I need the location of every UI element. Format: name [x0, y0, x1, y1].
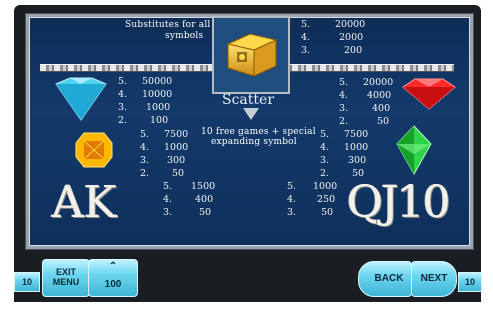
- bet-value: 100: [104, 279, 122, 290]
- qj10-value: 1000: [313, 181, 338, 192]
- green-gem-count: 5.: [320, 129, 330, 140]
- orange-gem-payouts: 5. 7500 4. 1000 3. 300 2. 50: [140, 128, 208, 180]
- scatter-pointer-icon: [243, 108, 259, 120]
- orange-gem-value: 1000: [164, 142, 189, 153]
- ak-count: 4.: [163, 194, 173, 205]
- red-gem-value: 4000: [367, 90, 392, 101]
- back-button[interactable]: BACK: [358, 261, 412, 297]
- green-gem-value: 1000: [344, 142, 369, 153]
- ak-value: 1500: [191, 181, 216, 192]
- qj10-count: 3.: [287, 207, 297, 218]
- blue-gem-value: 1000: [146, 102, 171, 113]
- green-gem-count: 2.: [320, 168, 330, 179]
- chevron-up-icon[interactable]: ⌃: [89, 262, 137, 272]
- qj10-symbol: QJ10: [347, 177, 451, 228]
- scatter-desc-2: expanding symbol: [211, 137, 297, 147]
- scatter-substitutes-text-1: Substitutes for all: [125, 20, 211, 30]
- ak-value: 400: [195, 194, 214, 205]
- orange-gem-count: 4.: [140, 142, 150, 153]
- green-emerald-icon: [396, 125, 432, 176]
- orange-gem-count: 3.: [140, 155, 150, 166]
- scatter-symbol-box: [212, 16, 290, 94]
- scatter-value-4: 2000: [339, 32, 364, 43]
- left-value-display: 10: [14, 272, 40, 292]
- scatter-title: Scatter: [222, 92, 275, 108]
- orange-gem-value: 300: [167, 155, 186, 166]
- back-label: BACK: [374, 273, 404, 284]
- green-gem-value: 7500: [344, 129, 369, 140]
- bet-stepper[interactable]: ⌃ 100: [88, 259, 138, 297]
- blue-gem-value: 10000: [142, 89, 173, 100]
- blue-gem-count: 4.: [118, 89, 128, 100]
- red-gem-value: 20000: [363, 77, 394, 88]
- blue-gem-payouts: 5. 50000 4. 10000 3. 1000 2. 100: [118, 75, 186, 127]
- right-value-display: 10: [458, 272, 482, 292]
- green-gem-payouts: 5. 7500 4. 1000 3. 300 2. 50: [320, 128, 388, 180]
- ak-count: 5.: [163, 181, 173, 192]
- orange-gem-value: 50: [172, 168, 185, 179]
- scatter-count-3: 3.: [301, 45, 311, 56]
- ak-value: 50: [199, 207, 212, 218]
- red-gem-count: 5.: [339, 77, 349, 88]
- ak-symbol: AK: [52, 177, 117, 228]
- blue-gem-count: 5.: [118, 76, 128, 87]
- ak-payouts: 5. 1500 4. 400 3. 50: [163, 180, 235, 219]
- scatter-count-4: 4.: [301, 32, 311, 43]
- green-gem-count: 4.: [320, 142, 330, 153]
- red-gem-count: 3.: [339, 103, 349, 114]
- exit-menu-label-2: MENU: [52, 277, 80, 287]
- orange-gem-value: 7500: [164, 129, 189, 140]
- orange-gem-count: 5.: [140, 129, 150, 140]
- blue-gem-value: 100: [150, 115, 169, 126]
- next-button[interactable]: NEXT: [411, 261, 457, 297]
- exit-menu-label-1: EXIT: [55, 267, 76, 277]
- scatter-desc-1: 10 free games + special: [201, 127, 316, 137]
- blue-diamond-icon: [55, 77, 107, 121]
- scatter-substitutes-text-2: symbols: [165, 31, 204, 41]
- treasure-chest-icon: [226, 33, 278, 77]
- green-gem-value: 300: [348, 155, 367, 166]
- ak-count: 3.: [163, 207, 173, 218]
- red-gem-count: 2.: [339, 116, 349, 127]
- scatter-value-3: 200: [344, 45, 363, 56]
- red-gem-count: 4.: [339, 90, 349, 101]
- qj10-count: 4.: [287, 194, 297, 205]
- blue-gem-count: 2.: [118, 115, 128, 126]
- qj10-count: 5.: [287, 181, 297, 192]
- exit-menu-button[interactable]: EXIT MENU: [42, 259, 90, 297]
- scatter-value-5: 20000: [335, 19, 366, 30]
- orange-gem-icon: [75, 132, 113, 168]
- blue-gem-count: 3.: [118, 102, 128, 113]
- scatter-count-5: 5.: [301, 19, 311, 30]
- red-ruby-icon: [402, 78, 456, 110]
- orange-gem-count: 2.: [140, 168, 150, 179]
- green-gem-count: 3.: [320, 155, 330, 166]
- next-label: NEXT: [420, 273, 448, 284]
- blue-gem-value: 50000: [142, 76, 173, 87]
- scatter-payouts: 5. 20000 4. 2000 3. 200: [301, 18, 380, 57]
